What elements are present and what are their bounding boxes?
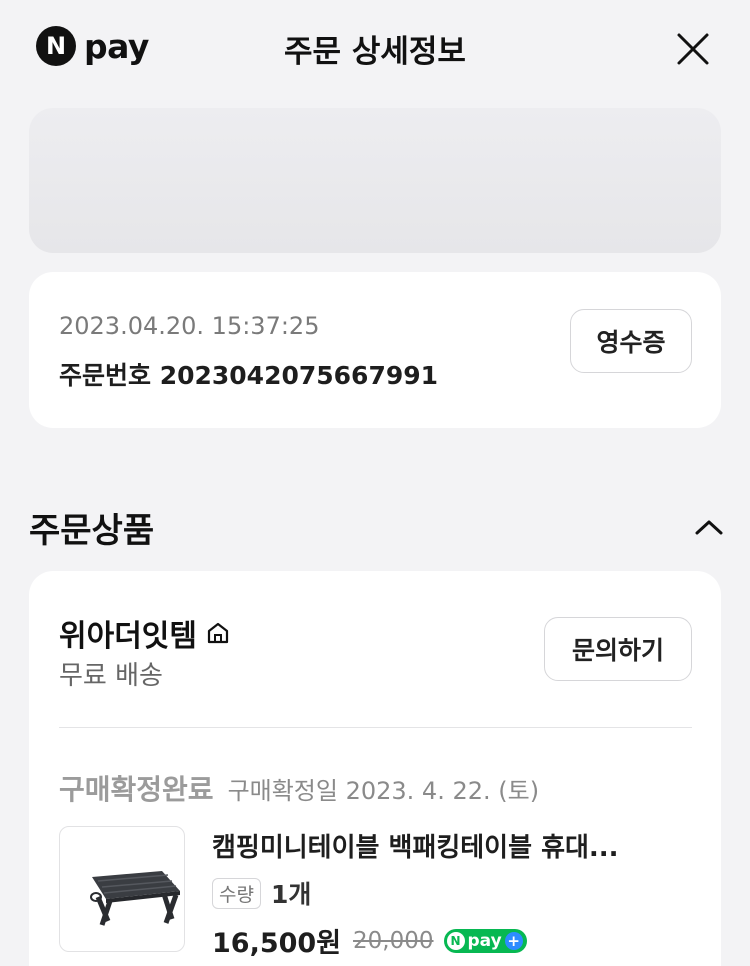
status-line: 구매확정완료 구매확정일 2023. 4. 22. (토) xyxy=(59,768,539,808)
quantity-label: 수량 xyxy=(212,877,261,909)
order-info-card: 2023.04.20. 15:37:25 주문번호 20230420756679… xyxy=(29,272,721,428)
chevron-up-icon xyxy=(695,520,723,535)
sale-price: 16,500원 xyxy=(212,928,342,959)
order-status: 구매확정완료 xyxy=(59,773,214,806)
close-icon xyxy=(677,33,709,65)
price-line: 16,500원 20,000 N pay + xyxy=(212,921,527,960)
section-title: 주문상품 xyxy=(29,511,155,551)
confirm-date: 구매확정일 2023. 4. 22. (토) xyxy=(227,777,540,805)
store-name-label: 위아더잇템 xyxy=(59,619,197,654)
product-card: 위아더잇템 무료 배송 문의하기 구매확정완료 구매확정일 2023. 4. 2… xyxy=(29,571,721,966)
divider xyxy=(59,727,692,728)
banner-placeholder xyxy=(29,108,721,253)
quantity-line: 수량 1개 xyxy=(212,875,311,911)
npay-badge-text: pay xyxy=(467,930,502,951)
product-name[interactable]: 캠핑미니테이블 백패킹테이블 휴대... xyxy=(212,827,682,864)
header: N pay 주문 상세정보 xyxy=(0,0,750,96)
order-number: 주문번호 2023042075667991 xyxy=(59,361,439,390)
home-icon xyxy=(205,620,231,646)
npay-plus-badge: N pay + xyxy=(443,928,527,953)
page-title: 주문 상세정보 xyxy=(284,34,466,70)
npay-n-mark: N xyxy=(446,931,465,950)
product-thumbnail[interactable] xyxy=(59,826,185,952)
plus-icon: + xyxy=(504,931,523,950)
collapse-button[interactable] xyxy=(690,508,728,546)
close-button[interactable] xyxy=(672,28,714,70)
receipt-button[interactable]: 영수증 xyxy=(570,309,692,373)
shipping-info: 무료 배송 xyxy=(59,661,163,691)
store-name[interactable]: 위아더잇템 xyxy=(59,611,231,655)
quantity-value: 1개 xyxy=(270,880,312,909)
original-price: 20,000 xyxy=(353,927,434,954)
order-date: 2023.04.20. 15:37:25 xyxy=(59,312,320,340)
inquiry-button[interactable]: 문의하기 xyxy=(544,617,692,681)
